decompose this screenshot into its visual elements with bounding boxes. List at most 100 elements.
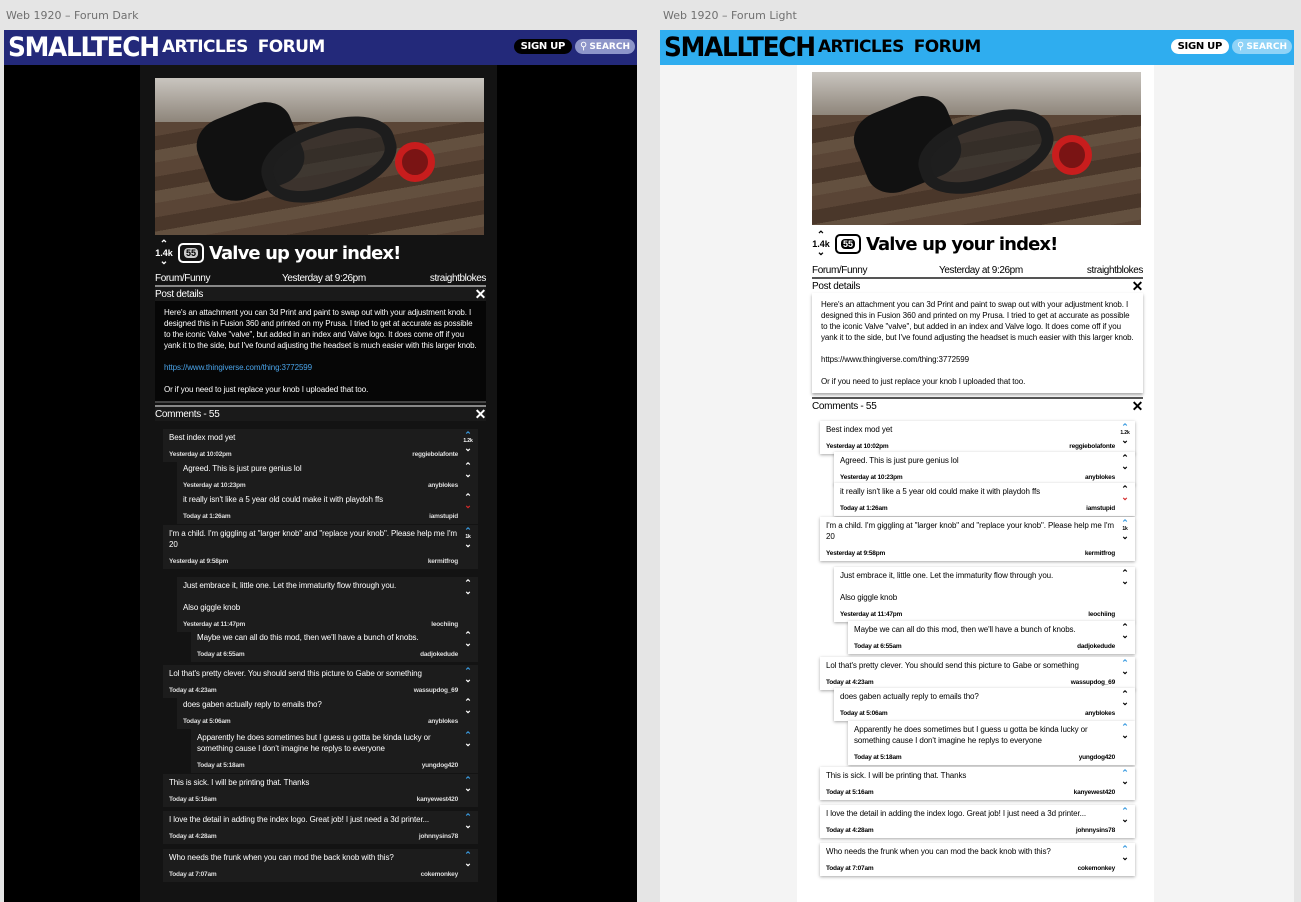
downvote-icon[interactable]: ⌄ — [1121, 731, 1129, 740]
close-icon[interactable]: ✕ — [1132, 279, 1144, 293]
header-actions: SIGN UP ⚲ SEARCH — [1170, 39, 1292, 54]
downvote-icon[interactable]: ⌄ — [1121, 631, 1129, 640]
search-button[interactable]: ⚲ SEARCH — [1232, 39, 1292, 54]
downvote-icon[interactable]: ⌄ — [817, 247, 825, 257]
comments-header[interactable]: Comments - 55 ✕ — [812, 397, 1143, 413]
post-image[interactable] — [812, 72, 1141, 225]
comment-user[interactable]: anyblokes — [1085, 472, 1115, 483]
comment-user[interactable]: anyblokes — [1085, 708, 1115, 719]
comment-body: Lol that's pretty clever. You should sen… — [820, 657, 1135, 690]
comment-user[interactable]: anyblokes — [428, 716, 458, 727]
downvote-icon[interactable]: ⌄ — [1121, 815, 1129, 824]
comment: Who needs the frunk when you can mod the… — [163, 849, 478, 882]
downvote-icon[interactable]: ⌄ — [464, 540, 472, 549]
downvote-icon[interactable]: ⌄ — [464, 859, 472, 868]
downvote-icon[interactable]: ⌄ — [464, 821, 472, 830]
comment-user[interactable]: kermitfrog — [1085, 548, 1115, 559]
comment: it really isn't like a 5 year old could … — [834, 483, 1135, 516]
comment: This is sick. I will be printing that. T… — [163, 774, 478, 807]
signup-button[interactable]: SIGN UP — [1170, 39, 1229, 54]
downvote-icon[interactable]: ⌄ — [160, 256, 168, 266]
comment-user[interactable]: johnnysins78 — [419, 831, 458, 842]
post-meta: Forum/Funny Yesterday at 9:26pm straight… — [155, 271, 486, 285]
comment-user[interactable]: cokemonkey — [1078, 863, 1116, 874]
comment-vote-widget: ⌃ ⌄ — [462, 813, 474, 830]
nav-forum[interactable]: FORUM — [258, 37, 325, 57]
close-icon[interactable]: ✕ — [475, 287, 487, 301]
downvote-icon[interactable]: ⌄ — [464, 444, 472, 453]
site-header: SMALLTECH ARTICLES FORUM SIGN UP ⚲ SEARCH — [660, 30, 1294, 65]
comment-time: Yesterday at 10:23pm — [840, 474, 903, 481]
comment-user[interactable]: leochiing — [1088, 609, 1115, 620]
comment-user[interactable]: dadjokedude — [1077, 641, 1115, 652]
post-category[interactable]: Forum/Funny — [155, 273, 210, 284]
downvote-icon[interactable]: ⌄ — [464, 784, 472, 793]
comment-footer: Today at 1:26am iamstupid — [840, 497, 1115, 516]
downvote-icon[interactable]: ⌄ — [1121, 853, 1129, 862]
downvote-icon[interactable]: ⌄ — [464, 706, 472, 715]
comment-body: it really isn't like a 5 year old could … — [177, 491, 478, 524]
comment-body: Just embrace it, little one. Let the imm… — [177, 577, 478, 632]
comment-user[interactable]: iamstupid — [1086, 503, 1115, 514]
comment-time: Today at 5:18am — [197, 762, 245, 769]
post-details-header[interactable]: Post details ✕ — [155, 285, 486, 301]
downvote-icon[interactable]: ⌄ — [1121, 577, 1129, 586]
comment-user[interactable]: cokemonkey — [421, 869, 459, 880]
comment-vote-widget: ⌃ ⌄ — [1119, 623, 1131, 640]
site-logo[interactable]: SMALLTECH — [8, 32, 160, 63]
downvote-icon[interactable]: ⌄ — [464, 587, 472, 596]
nav-forum[interactable]: FORUM — [914, 37, 981, 57]
downvote-icon[interactable]: ⌄ — [1121, 462, 1129, 471]
comment-time: Today at 4:28am — [169, 833, 217, 840]
close-icon[interactable]: ✕ — [475, 407, 487, 421]
post-author[interactable]: straightblokes — [1087, 265, 1144, 276]
comment-time: Today at 4:23am — [169, 687, 217, 694]
post-body: Here's an attachment you can 3d Print an… — [155, 301, 486, 403]
downvote-icon[interactable]: ⌄ — [464, 739, 472, 748]
post-image[interactable] — [155, 78, 484, 235]
comment-user[interactable]: kanyewest420 — [1074, 787, 1116, 798]
comment-user[interactable]: wassupdog_69 — [1071, 677, 1115, 688]
comment: Maybe we can all do this mod, then we'll… — [191, 629, 478, 662]
comment-user[interactable]: iamstupid — [429, 511, 458, 522]
comments-header[interactable]: Comments - 55 ✕ — [155, 405, 486, 421]
comment: Just embrace it, little one. Let the imm… — [177, 577, 478, 632]
downvote-icon[interactable]: ⌄ — [464, 501, 472, 510]
close-icon[interactable]: ✕ — [1132, 399, 1144, 413]
downvote-icon[interactable]: ⌄ — [464, 470, 472, 479]
search-button[interactable]: ⚲ SEARCH — [575, 39, 635, 54]
downvote-icon[interactable]: ⌄ — [1121, 667, 1129, 676]
comment-user[interactable]: johnnysins78 — [1076, 825, 1115, 836]
comment-user[interactable]: anyblokes — [428, 480, 458, 491]
downvote-icon[interactable]: ⌄ — [464, 675, 472, 684]
comment-bubble-icon[interactable]: 55 — [835, 234, 861, 254]
comment-vote-widget: ⌃ 1.2k ⌄ — [462, 431, 474, 453]
post-category[interactable]: Forum/Funny — [812, 265, 867, 276]
comment-user[interactable]: reggiebolafonte — [1069, 441, 1115, 452]
comment-vote-widget: ⌃ ⌄ — [462, 731, 474, 748]
nav-articles[interactable]: ARTICLES — [162, 37, 248, 57]
comment-time: Today at 5:16am — [169, 796, 217, 803]
comment-user[interactable]: wassupdog_69 — [414, 685, 458, 696]
comment-user[interactable]: yungdog420 — [422, 760, 458, 771]
comment: does gaben actually reply to emails tho?… — [834, 688, 1135, 721]
downvote-icon[interactable]: ⌄ — [1121, 777, 1129, 786]
comment-user[interactable]: dadjokedude — [420, 649, 458, 660]
site-logo[interactable]: SMALLTECH — [664, 32, 816, 63]
downvote-icon[interactable]: ⌄ — [1121, 698, 1129, 707]
downvote-icon[interactable]: ⌄ — [1121, 493, 1129, 502]
comment-bubble-icon[interactable]: 55 — [178, 243, 204, 263]
comment-user[interactable]: kanyewest420 — [417, 794, 459, 805]
downvote-icon[interactable]: ⌄ — [1121, 532, 1129, 541]
post-details-header[interactable]: Post details ✕ — [812, 277, 1143, 293]
thingiverse-link[interactable]: https://www.thingiverse.com/thing:377259… — [164, 363, 312, 372]
comment-user[interactable]: reggiebolafonte — [412, 449, 458, 460]
nav-articles[interactable]: ARTICLES — [818, 37, 904, 57]
signup-button[interactable]: SIGN UP — [513, 39, 572, 54]
post-author[interactable]: straightblokes — [430, 273, 487, 284]
comment-user[interactable]: kermitfrog — [428, 556, 458, 567]
comment-user[interactable]: yungdog420 — [1079, 752, 1115, 763]
downvote-icon[interactable]: ⌄ — [464, 639, 472, 648]
downvote-icon[interactable]: ⌄ — [1121, 436, 1129, 445]
thingiverse-link[interactable]: https://www.thingiverse.com/thing:377259… — [821, 355, 969, 364]
